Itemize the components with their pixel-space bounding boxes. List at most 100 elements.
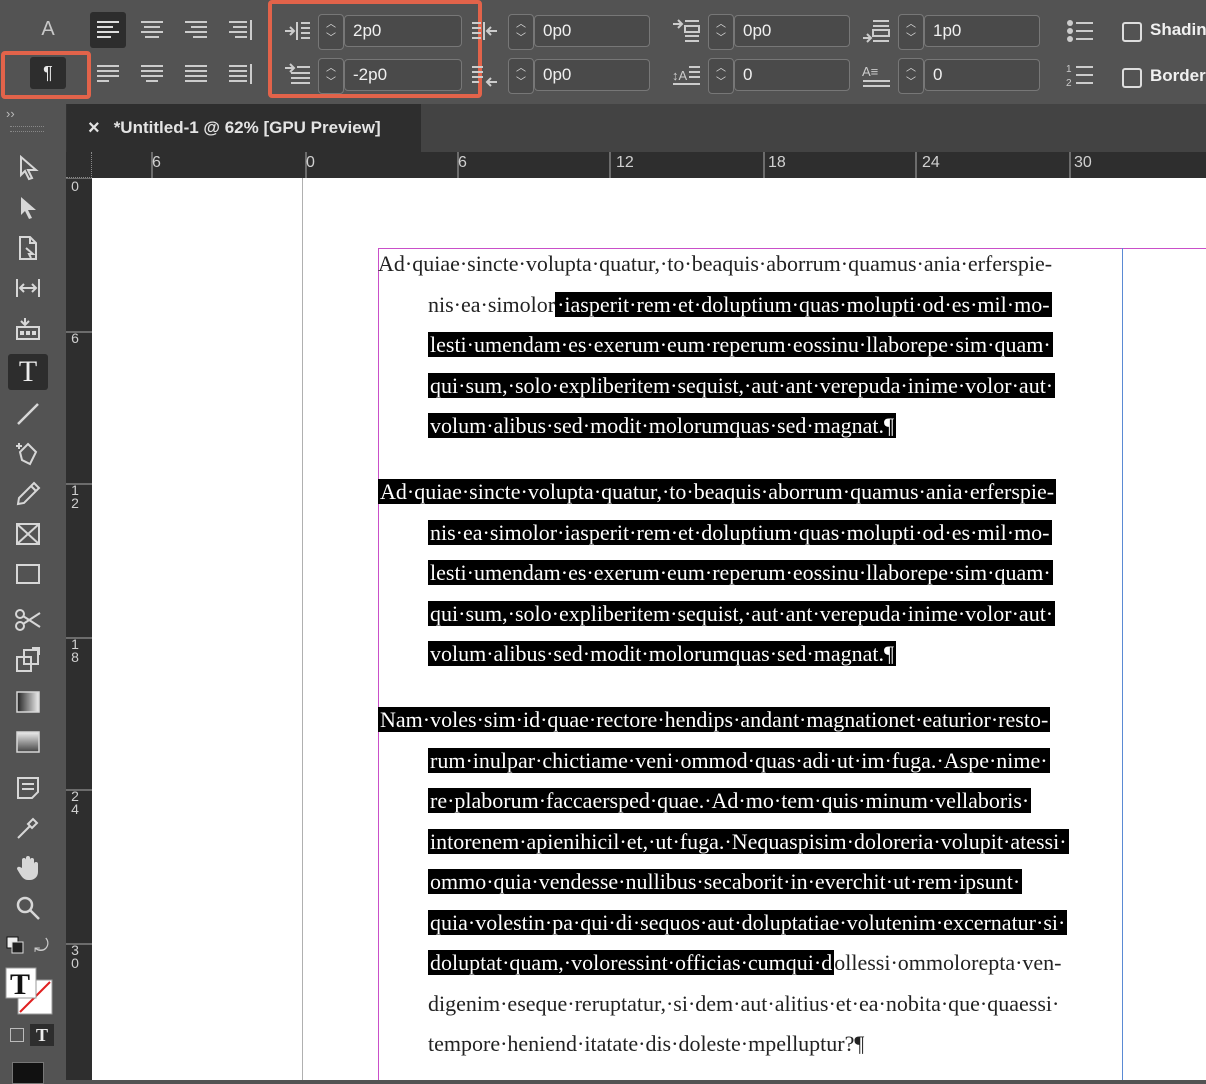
zoom-tool[interactable]: [8, 890, 48, 926]
text-line[interactable]: digenim·eseque·reruptatur,·si·dem·aut·al…: [428, 988, 1118, 1020]
align-left-button[interactable]: [90, 12, 126, 48]
chevron-down-icon: ﹀: [516, 33, 526, 44]
pen-tool[interactable]: [8, 436, 48, 472]
text-line[interactable]: lesti·umendam·es·exerum·eum·reperum·eoss…: [428, 329, 1118, 361]
chevron-up-icon: ︿: [326, 19, 336, 30]
text-frame[interactable]: Ad·quiae·sincte·volupta·quatur,·to·beaqu…: [378, 248, 1178, 1080]
scissors-tool[interactable]: [8, 602, 48, 638]
text-line[interactable]: Nam·voles·sim·id·quae·rectore·hendips·an…: [378, 704, 1118, 736]
first-line-indent-field[interactable]: -2p0: [344, 59, 462, 91]
page-tool-icon: [19, 236, 37, 260]
paragraph-mode-label: ¶: [43, 62, 53, 83]
right-indent-stepper[interactable]: ︿ ﹀: [508, 14, 534, 50]
justify-left-button[interactable]: [90, 56, 126, 92]
rectangle-tool[interactable]: [8, 556, 48, 592]
last-line-right-indent-field[interactable]: 0p0: [534, 59, 650, 91]
horizontal-ruler[interactable]: 6 0 6 12 18 24 30: [66, 152, 1206, 179]
text-line[interactable]: doluptat·quam,·voloressint·officias·cumq…: [428, 947, 1118, 979]
direct-selection-tool[interactable]: [8, 190, 48, 226]
text-line[interactable]: Ad·quiae·sincte·volupta·quatur,·to·beaqu…: [378, 476, 1118, 508]
align-left-icon: [97, 21, 119, 38]
gap-tool[interactable]: [8, 270, 48, 306]
text-line[interactable]: volum·alibus·sed·modit·molorumquas·sed·m…: [428, 410, 1118, 442]
text-line[interactable]: qui·sum,·solo·expliberitem·sequist,·aut·…: [428, 370, 1118, 402]
space-before-field[interactable]: 0p0: [734, 15, 850, 47]
ruler-tick-label: 1 2: [71, 482, 79, 511]
formatting-text-icon[interactable]: T: [30, 1024, 54, 1046]
screen-mode-icon[interactable]: [12, 1062, 44, 1084]
paragraph-formatting-button[interactable]: ¶: [30, 57, 66, 89]
ruler-origin[interactable]: [66, 152, 92, 178]
drop-cap-chars-icon: A≡: [860, 60, 892, 90]
text-line[interactable]: Ad·quiae·sincte·volupta·quatur,·to·beaqu…: [378, 248, 1118, 280]
type-tool[interactable]: T: [8, 354, 48, 390]
formatting-container-icon[interactable]: [10, 1028, 24, 1042]
left-indent-stepper[interactable]: ︿ ﹀: [318, 14, 344, 50]
drop-cap-lines-stepper[interactable]: ︿ ﹀: [708, 58, 734, 94]
text-line[interactable]: lesti·umendam·es·exerum·eum·reperum·eoss…: [428, 557, 1118, 589]
drop-cap-lines-field[interactable]: 0: [734, 59, 850, 91]
numbered-list-button[interactable]: 12: [1064, 60, 1096, 90]
text-line[interactable]: nis·ea·simolor·iasperit·rem·et·doluptium…: [428, 289, 1118, 321]
drop-cap-chars-stepper[interactable]: ︿ ﹀: [898, 58, 924, 94]
right-indent-field[interactable]: 0p0: [534, 15, 650, 47]
selected-text-run: re·plaborum·faccaersped·quae.·Ad·mo·tem·…: [428, 788, 1032, 813]
character-formatting-button[interactable]: A: [30, 14, 66, 44]
selected-text-run: ·iasperit·rem·et·doluptium·quas·molupti·…: [555, 291, 1052, 317]
selected-text-run: ommo·quia·vendesse·nullibus·secaborit·in…: [428, 869, 1023, 894]
justify-all-button[interactable]: [178, 56, 214, 92]
collapse-panel-icon[interactable]: ››: [6, 106, 15, 121]
chevron-up-icon: ︿: [516, 19, 526, 30]
vertical-ruler[interactable]: 0 6 1 2 1 8 2 4 3 0: [66, 178, 92, 1080]
first-line-indent-stepper[interactable]: ︿ ﹀: [318, 58, 344, 94]
text-line[interactable]: nis·ea·simolor·iasperit·rem·et·doluptium…: [428, 517, 1118, 549]
shading-checkbox[interactable]: [1122, 22, 1142, 42]
rectangle-frame-tool[interactable]: [8, 516, 48, 552]
eyedropper-tool[interactable]: [8, 810, 48, 846]
text-line[interactable]: quia·volestin·pa·qui·di·sequos·aut·dolup…: [428, 907, 1118, 939]
space-before-stepper[interactable]: ︿ ﹀: [708, 14, 734, 50]
last-line-right-indent-stepper[interactable]: ︿ ﹀: [508, 58, 534, 94]
align-right-button[interactable]: [178, 12, 214, 48]
align-away-spine-button[interactable]: [222, 56, 258, 92]
space-after-stepper[interactable]: ︿ ﹀: [898, 14, 924, 50]
bulleted-list-button[interactable]: [1064, 16, 1096, 46]
pencil-tool[interactable]: [8, 476, 48, 512]
text-line[interactable]: intorenem·apienihicil·et,·ut·fuga.·Nequa…: [428, 826, 1118, 858]
drop-cap-chars-field[interactable]: 0: [924, 59, 1040, 91]
text-line[interactable]: qui·sum,·solo·expliberitem·sequist,·aut·…: [428, 598, 1118, 630]
swap-fill-stroke-icon[interactable]: ⤾: [34, 936, 49, 957]
border-checkbox[interactable]: [1122, 68, 1142, 88]
document-tab[interactable]: × *Untitled-1 @ 62% [GPU Preview]: [66, 104, 421, 152]
gradient-feather-tool[interactable]: [8, 724, 48, 760]
text-line[interactable]: tempore·heniend·itatate·dis·doleste·mpel…: [428, 1028, 1118, 1060]
text-run: digenim·eseque·reruptatur,·si·dem·aut·al…: [428, 990, 1060, 1016]
panel-grip-icon[interactable]: [10, 126, 44, 132]
text-line[interactable]: re·plaborum·faccaersped·quae.·Ad·mo·tem·…: [428, 785, 1118, 817]
fill-stroke-swatch[interactable]: T: [4, 966, 54, 1016]
space-after-field[interactable]: 1p0: [924, 15, 1040, 47]
chevron-down-icon: ﹀: [516, 77, 526, 88]
content-collector-tool[interactable]: [8, 310, 48, 346]
text-line[interactable]: volum·alibus·sed·modit·molorumquas·sed·m…: [428, 638, 1118, 670]
align-towards-spine-button[interactable]: [222, 12, 258, 48]
default-fill-stroke-icon[interactable]: [6, 936, 24, 954]
text-line[interactable]: rum·inulpar·chictiame·veni·ommod·quas·ad…: [428, 745, 1118, 777]
gradient-swatch-tool[interactable]: [8, 684, 48, 720]
hand-tool[interactable]: [8, 850, 48, 886]
chevron-down-icon: ﹀: [716, 77, 726, 88]
justify-center-button[interactable]: [134, 56, 170, 92]
selection-tool[interactable]: [8, 150, 48, 186]
text-line[interactable]: ommo·quia·vendesse·nullibus·secaborit·in…: [428, 866, 1118, 898]
ruler-tick-label: 6: [71, 330, 79, 346]
selected-text-run: lesti·umendam·es·exerum·eum·reperum·eoss…: [428, 560, 1053, 585]
document-canvas[interactable]: Ad·quiae·sincte·volupta·quatur,·to·beaqu…: [92, 178, 1206, 1080]
last-line-right-indent-icon: [470, 60, 500, 90]
left-indent-field[interactable]: 2p0: [344, 15, 462, 47]
note-tool[interactable]: [8, 770, 48, 806]
free-transform-tool[interactable]: [8, 642, 48, 678]
close-tab-icon[interactable]: ×: [88, 117, 100, 140]
line-tool[interactable]: [8, 396, 48, 432]
align-center-button[interactable]: [134, 12, 170, 48]
page-tool[interactable]: [8, 230, 48, 266]
